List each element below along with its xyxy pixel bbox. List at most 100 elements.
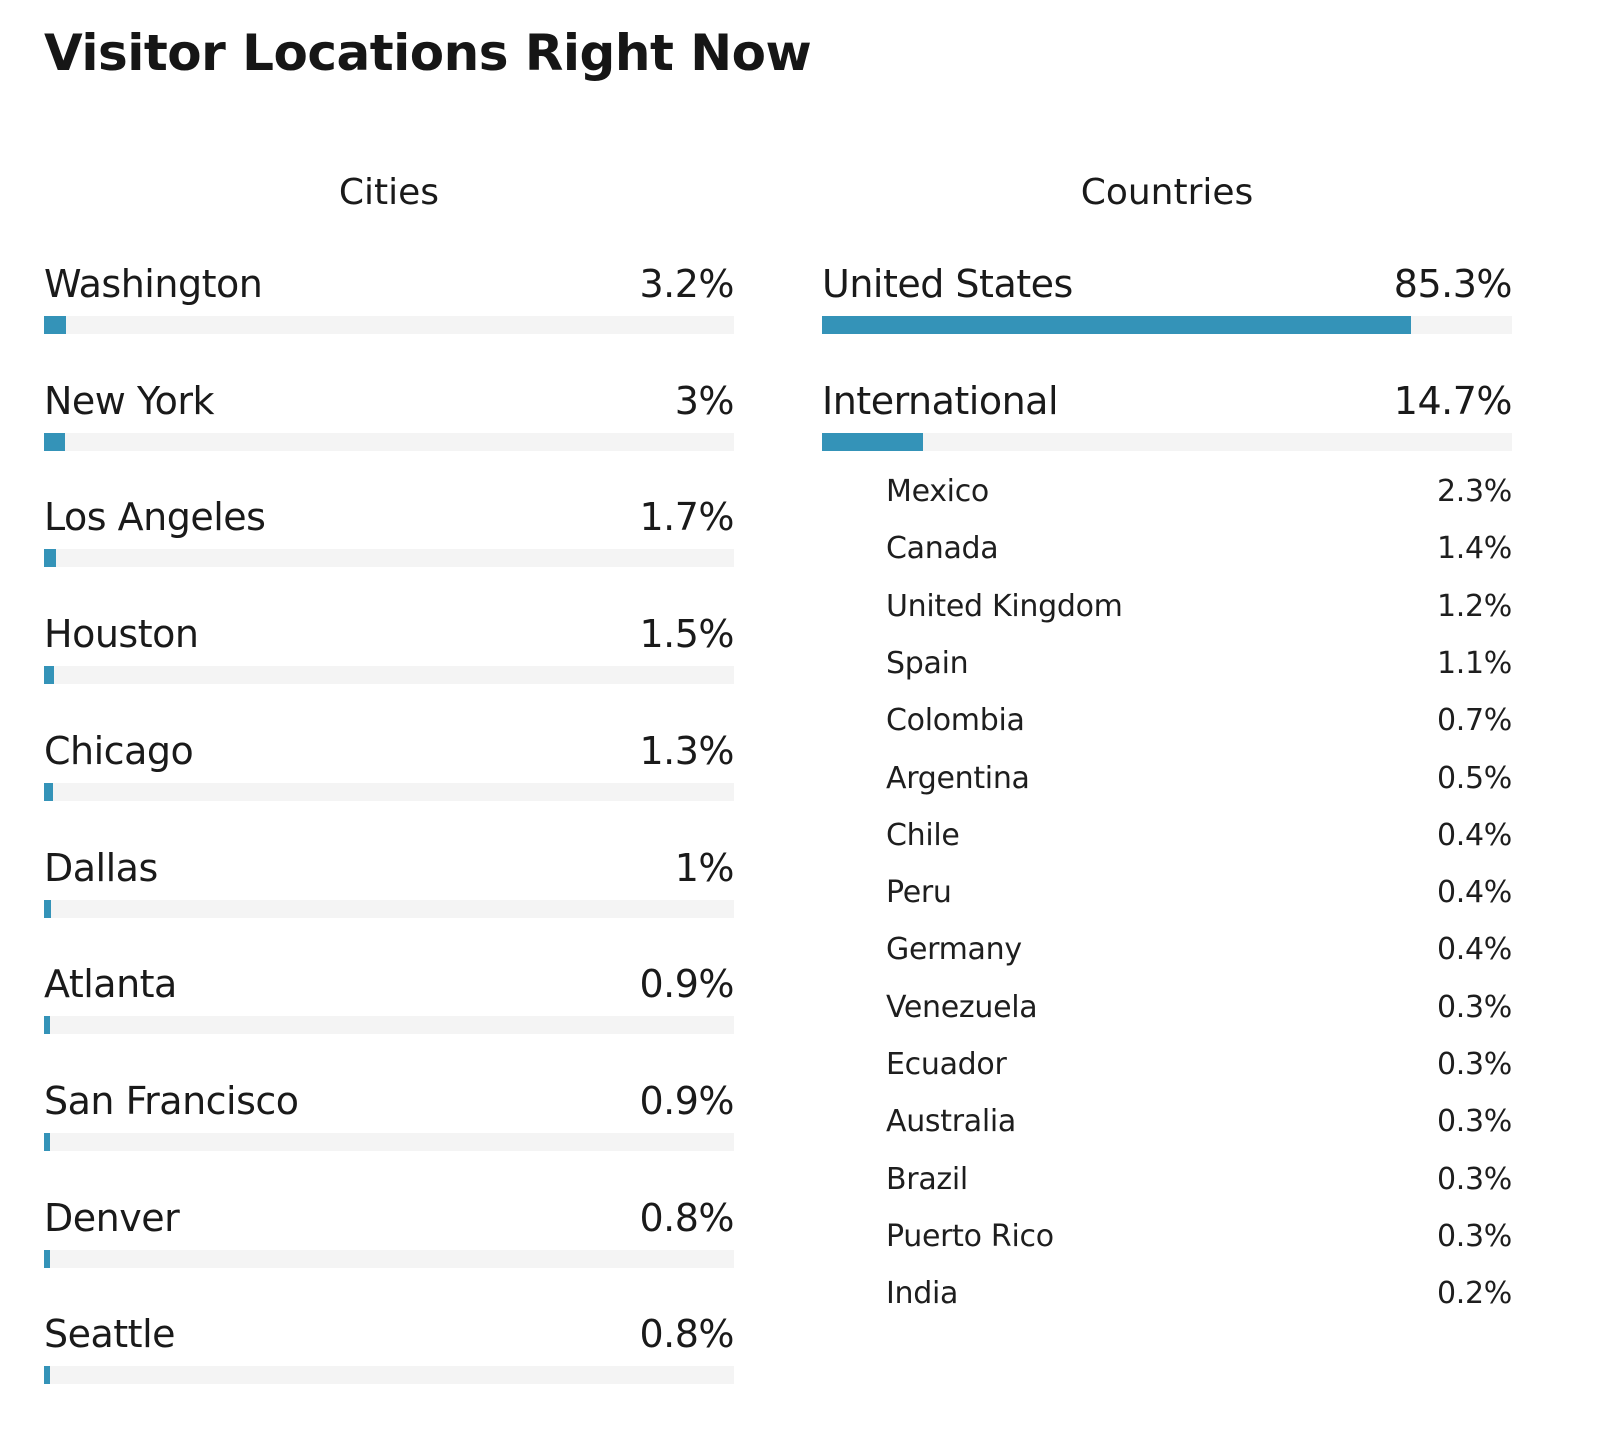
international-country-row: Canada 1.4%	[886, 531, 1512, 581]
international-country-label: Brazil	[886, 1161, 968, 1197]
cities-heading: Cities	[338, 172, 440, 213]
city-bar-track	[44, 899, 734, 918]
city-bar-track	[44, 1366, 734, 1385]
international-country-row: Puerto Rico 0.3%	[886, 1219, 1512, 1269]
international-country-label: Venezuela	[886, 989, 1038, 1025]
city-bar	[44, 1249, 50, 1268]
international-country-row: Australia 0.3%	[886, 1104, 1512, 1154]
city-bar	[44, 316, 66, 334]
country-row: United States 85.3%	[822, 262, 1513, 342]
international-country-percent: 0.3%	[1436, 1161, 1512, 1197]
city-label: Seattle	[44, 1312, 176, 1357]
international-country-row: Brazil 0.3%	[886, 1162, 1512, 1212]
countries-heading: Countries	[1080, 172, 1254, 213]
city-bar-track	[44, 1016, 734, 1035]
city-row: Atlanta 0.9%	[44, 962, 734, 1042]
country-bar	[822, 316, 1411, 334]
international-country-row: Ecuador 0.3%	[886, 1047, 1512, 1097]
city-row: New York 3%	[44, 378, 735, 459]
international-country-percent: 2.3%	[1436, 474, 1512, 509]
city-label: Washington	[44, 262, 263, 306]
city-label: Houston	[44, 612, 199, 657]
city-label: New York	[44, 378, 215, 423]
city-bar-track	[44, 1249, 734, 1268]
country-row: International 14.7%	[822, 378, 1513, 459]
international-country-percent: 0.3%	[1436, 1047, 1512, 1082]
city-row: Dallas 1%	[44, 845, 735, 926]
city-percent: 1%	[674, 845, 735, 890]
city-bar-track	[44, 432, 734, 451]
city-row: Seattle 0.8%	[44, 1312, 734, 1392]
city-percent: 3%	[674, 378, 735, 423]
city-bar-track	[44, 549, 734, 568]
international-country-percent: 0.3%	[1436, 989, 1512, 1025]
city-percent: 1.3%	[639, 728, 734, 773]
city-row: Chicago 1.3%	[44, 729, 734, 809]
international-country-percent: 0.2%	[1436, 1276, 1512, 1312]
country-percent: 14.7%	[1393, 378, 1513, 423]
country-bar-track	[822, 432, 1512, 451]
international-country-percent: 0.4%	[1436, 817, 1512, 853]
city-label: Chicago	[44, 728, 194, 773]
city-row: Los Angeles 1.7%	[44, 495, 734, 575]
city-label: Atlanta	[44, 962, 177, 1007]
city-bar	[44, 1016, 50, 1035]
city-bar	[44, 782, 53, 801]
city-bar-track	[44, 666, 734, 685]
city-label: Denver	[44, 1195, 180, 1240]
international-country-label: United Kingdom	[886, 588, 1123, 624]
city-percent: 1.7%	[639, 495, 734, 540]
international-country-label: Argentina	[886, 760, 1030, 796]
city-bar-track	[44, 316, 734, 334]
international-country-row: India 0.2%	[886, 1276, 1512, 1326]
international-country-row: Spain 1.1%	[886, 646, 1512, 696]
international-country-row: Venezuela 0.3%	[886, 990, 1512, 1040]
city-percent: 0.9%	[639, 1078, 734, 1123]
international-country-percent: 0.3%	[1436, 1104, 1512, 1140]
city-row: Washington 3.2%	[44, 262, 734, 342]
city-row: Houston 1.5%	[44, 612, 734, 692]
city-bar-track	[44, 782, 734, 801]
international-country-label: Chile	[886, 817, 960, 853]
country-bar	[822, 432, 923, 451]
city-label: Dallas	[44, 845, 158, 890]
international-country-label: Australia	[886, 1104, 1017, 1140]
international-country-label: Germany	[886, 932, 1022, 968]
international-country-percent: 0.4%	[1436, 932, 1512, 968]
international-country-percent: 0.3%	[1436, 1218, 1512, 1254]
international-country-label: Ecuador	[886, 1047, 1007, 1082]
city-bar	[44, 549, 56, 568]
city-percent: 0.8%	[639, 1312, 734, 1357]
city-label: Los Angeles	[44, 495, 266, 540]
country-label: International	[822, 378, 1059, 423]
international-country-percent: 0.7%	[1436, 703, 1512, 739]
international-country-row: Chile 0.4%	[886, 818, 1512, 868]
international-country-percent: 1.2%	[1436, 588, 1512, 624]
city-row: Denver 0.8%	[44, 1196, 734, 1276]
international-country-row: Colombia 0.7%	[886, 703, 1512, 753]
city-bar	[44, 432, 65, 451]
international-country-row: Germany 0.4%	[886, 932, 1512, 982]
international-country-row: United Kingdom 1.2%	[886, 589, 1512, 639]
city-bar	[44, 1132, 50, 1151]
city-percent: 3.2%	[639, 262, 734, 306]
country-bar-track	[822, 316, 1512, 334]
international-country-label: Spain	[886, 645, 969, 681]
international-country-percent: 0.4%	[1436, 875, 1512, 911]
country-percent: 85.3%	[1393, 262, 1513, 306]
city-bar	[44, 666, 54, 685]
international-country-row: Argentina 0.5%	[886, 761, 1512, 811]
city-label: San Francisco	[44, 1078, 299, 1123]
city-row: San Francisco 0.9%	[44, 1079, 734, 1159]
international-country-label: Mexico	[886, 474, 989, 509]
city-bar-track	[44, 1132, 734, 1151]
international-country-percent: 0.5%	[1436, 760, 1512, 796]
city-bar	[44, 1366, 50, 1385]
international-country-label: India	[886, 1276, 959, 1312]
international-country-label: Puerto Rico	[886, 1218, 1054, 1254]
international-country-row: Mexico 2.3%	[886, 474, 1512, 524]
city-bar	[44, 899, 51, 918]
city-percent: 1.5%	[639, 612, 734, 657]
city-percent: 0.8%	[639, 1195, 734, 1240]
page-title: Visitor Locations Right Now	[44, 24, 812, 82]
